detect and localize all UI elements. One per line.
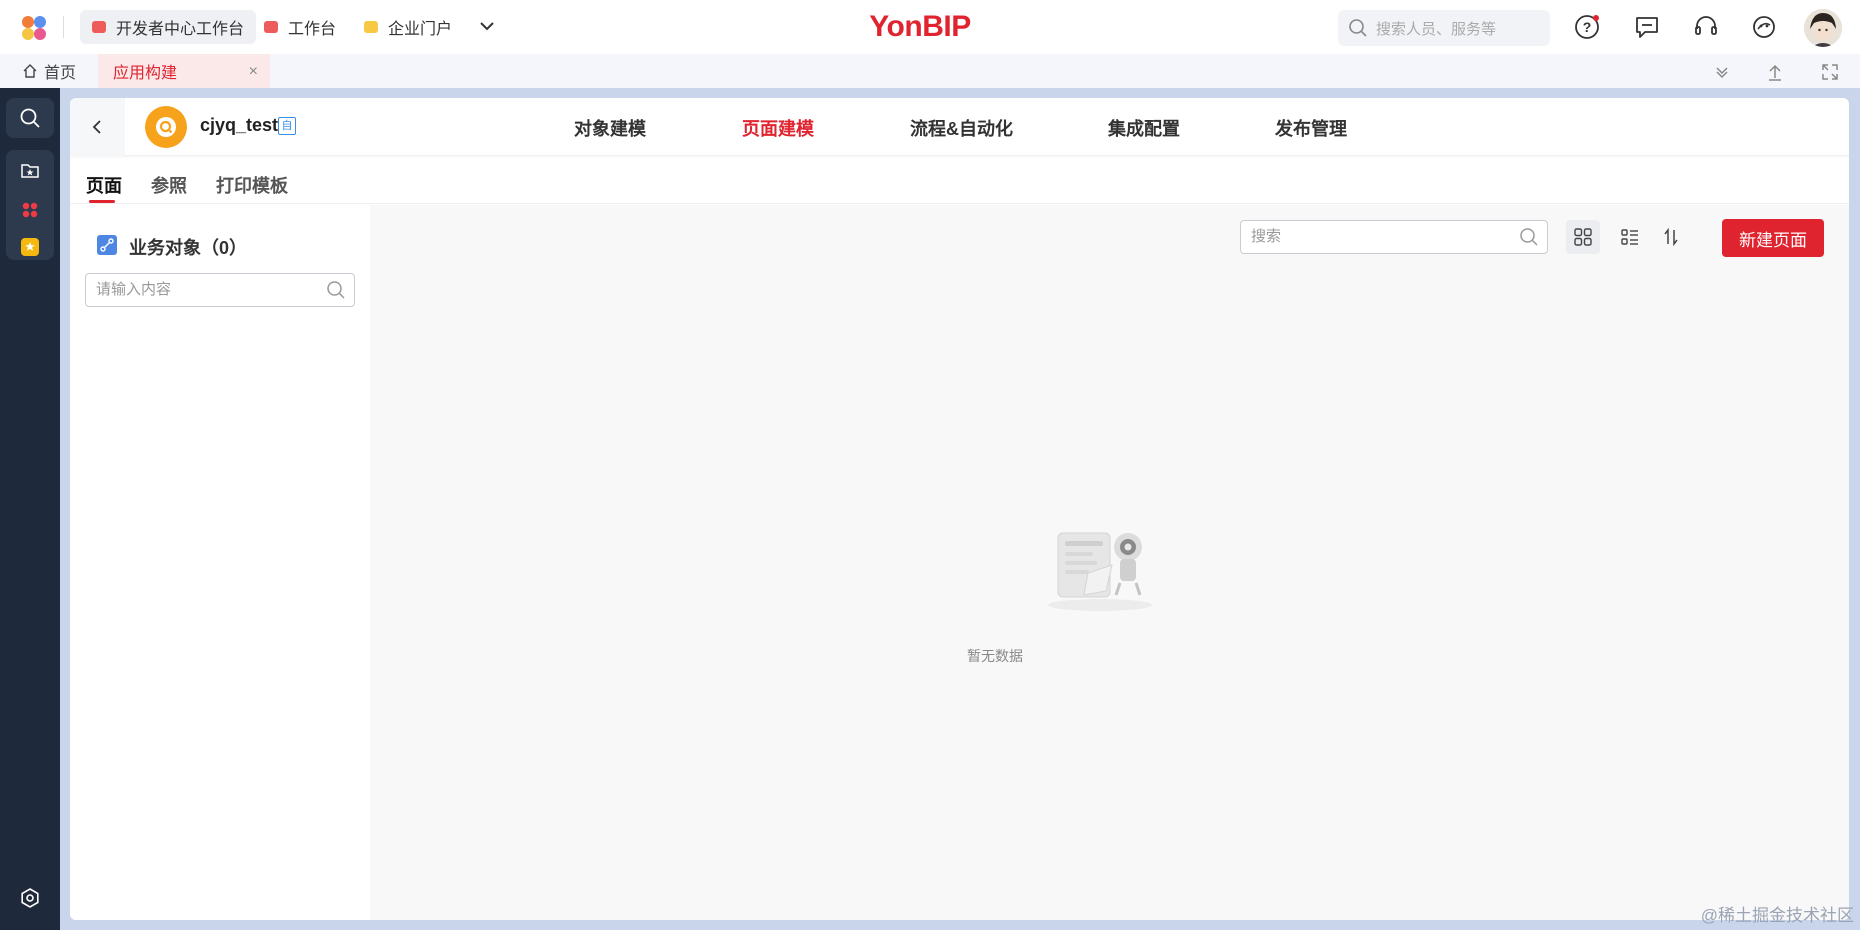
app-logo-icon	[156, 117, 176, 137]
nav-process-automation[interactable]: 流程&自动化	[910, 115, 1013, 141]
nav-page-modeling[interactable]: 页面建模	[742, 115, 814, 141]
search-icon	[327, 281, 345, 299]
ai-assistant-icon[interactable]	[1750, 13, 1778, 41]
empty-state-text: 暂无数据	[967, 648, 1023, 664]
folder-star-icon[interactable]	[20, 160, 40, 180]
nav-integration-config[interactable]: 集成配置	[1108, 115, 1180, 141]
new-page-button[interactable]: 新建页面	[1722, 219, 1824, 257]
upload-icon[interactable]	[1764, 61, 1786, 83]
tab-references[interactable]: 参照	[151, 172, 187, 198]
tab-pages[interactable]: 页面	[86, 172, 122, 198]
headset-icon[interactable]	[1692, 13, 1720, 41]
app-header: cjyq_test 自 对象建模 页面建模 流程&自动化 集成配置 发布管理	[70, 98, 1849, 156]
app-type-badge: 自	[278, 117, 296, 135]
list-view-icon	[1621, 229, 1638, 245]
tab-app-build[interactable]: 应用构建 ×	[98, 54, 270, 88]
search-placeholder: 搜索人员、服务等	[1376, 20, 1497, 38]
double-chevron-down-icon[interactable]	[1711, 61, 1733, 83]
watermark: @稀土掘金技术社区	[1700, 906, 1854, 925]
search-icon	[20, 108, 40, 128]
sort-button[interactable]	[1654, 220, 1688, 254]
nav-object-modeling[interactable]: 对象建模	[574, 115, 646, 141]
grid-view-icon	[1574, 228, 1592, 246]
business-object-icon	[97, 235, 117, 255]
message-icon[interactable]	[1633, 13, 1661, 41]
search-icon	[1349, 19, 1367, 37]
tab-print-templates[interactable]: 打印模板	[216, 172, 288, 198]
tab-home-label: 首页	[44, 65, 77, 82]
help-icon[interactable]: ?	[1573, 13, 1601, 41]
app-logo	[145, 106, 187, 148]
sort-icon	[1664, 227, 1678, 247]
list-view-button[interactable]	[1613, 220, 1647, 254]
page-list-area: 搜索 新建页面 暂无数据	[370, 205, 1849, 920]
brand-logo: YonBIP	[869, 10, 971, 43]
avatar[interactable]	[1804, 9, 1842, 47]
app-name: cjyq_test	[200, 115, 279, 135]
grid-view-button[interactable]	[1566, 220, 1600, 254]
favorite-app-icon[interactable]	[21, 238, 39, 256]
business-object-title: 业务对象（0）	[129, 238, 248, 258]
rail-search-button[interactable]	[6, 98, 54, 138]
home-icon	[23, 64, 37, 78]
global-search-input[interactable]: 搜索人员、服务等	[1338, 10, 1550, 46]
tab-home[interactable]: 首页	[22, 59, 76, 83]
tab-app-build-label: 应用构建	[113, 65, 178, 82]
settings-icon[interactable]	[19, 887, 41, 909]
main-panel: cjyq_test 自 对象建模 页面建模 流程&自动化 集成配置 发布管理 页…	[70, 98, 1849, 920]
svg-text:?: ?	[1583, 19, 1592, 35]
nav-publish-management[interactable]: 发布管理	[1275, 115, 1347, 141]
business-object-panel: 业务对象（0） 请输入内容	[70, 205, 370, 920]
empty-state-illustration	[1048, 532, 1152, 611]
tab-strip: 首页 应用构建 ×	[0, 54, 1860, 88]
search-icon	[1520, 228, 1538, 246]
chevron-left-icon	[92, 120, 101, 134]
sub-tabs: 页面 参照 打印模板	[70, 156, 1849, 204]
left-rail	[0, 88, 60, 930]
page-search-placeholder: 搜索	[1251, 228, 1282, 245]
back-button[interactable]	[70, 98, 125, 156]
rail-app-group	[6, 150, 54, 260]
fullscreen-icon[interactable]	[1819, 61, 1841, 83]
close-icon[interactable]: ×	[249, 63, 258, 81]
object-search-placeholder: 请输入内容	[96, 281, 172, 298]
top-bar: 开发者中心工作台 工作台 企业门户 YonBIP 搜索人员、服务等 ?	[0, 0, 1860, 54]
apps-icon[interactable]	[22, 202, 38, 218]
active-tab-indicator	[89, 200, 115, 203]
page-search-input[interactable]: 搜索	[1240, 220, 1548, 254]
object-search-input[interactable]: 请输入内容	[85, 273, 355, 307]
